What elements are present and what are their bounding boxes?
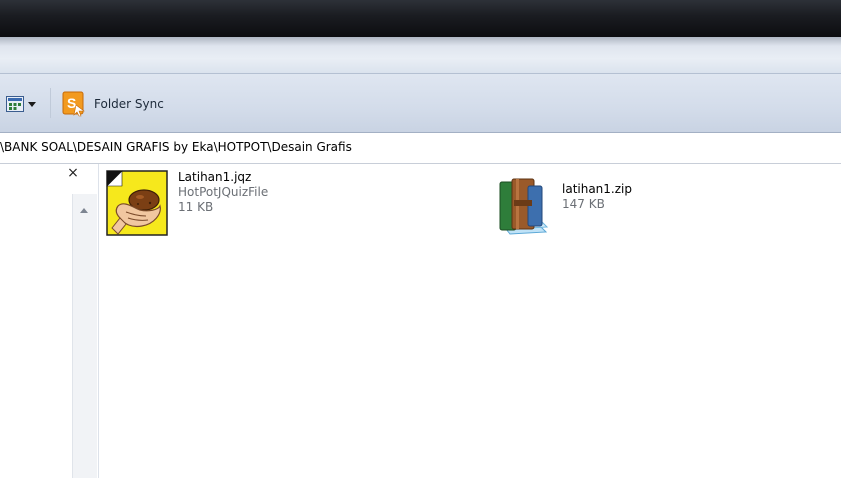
file-item-text: Latihan1.jqz HotPotJQuizFile 11 KB — [178, 170, 268, 215]
title-bar-glow — [0, 37, 841, 73]
file-name: Latihan1.jqz — [178, 170, 252, 184]
file-size: 11 KB — [178, 200, 214, 214]
close-icon[interactable]: × — [66, 164, 80, 182]
window-title-bar — [0, 0, 841, 40]
change-view-button[interactable] — [6, 92, 36, 116]
nav-scrollbar[interactable] — [72, 194, 97, 478]
folder-sync-label: Folder Sync — [94, 97, 164, 111]
svg-text:S: S — [67, 95, 76, 111]
folder-sync-button[interactable]: S Folder Sync — [62, 90, 164, 118]
navigation-pane: × — [0, 164, 99, 478]
file-item-text: latihan1.zip 147 KB — [562, 182, 632, 212]
zip-archive-icon — [492, 176, 550, 236]
command-toolbar: S Folder Sync — [0, 73, 841, 133]
file-name: latihan1.zip — [562, 182, 632, 196]
folder-sync-icon: S — [62, 91, 86, 117]
file-item-latihan1-zip[interactable]: latihan1.zip 147 KB — [492, 176, 632, 236]
change-view-icon — [6, 96, 24, 112]
address-bar[interactable]: \BANK SOAL\DESAIN GRAFIS by Eka\HOTPOT\D… — [0, 133, 841, 164]
scroll-up-arrow-icon[interactable] — [80, 208, 88, 213]
file-size: 147 KB — [562, 197, 605, 211]
file-item-latihan1-jqz[interactable]: Latihan1.jqz HotPotJQuizFile 11 KB — [106, 170, 268, 236]
file-list: Latihan1.jqz HotPotJQuizFile 11 KB latih… — [99, 164, 841, 478]
hotpotatoes-quiz-icon — [106, 170, 168, 236]
chevron-down-icon[interactable] — [28, 101, 36, 107]
file-type: HotPotJQuizFile — [178, 185, 269, 199]
address-path: \BANK SOAL\DESAIN GRAFIS by Eka\HOTPOT\D… — [0, 140, 352, 154]
toolbar-separator — [50, 88, 51, 118]
